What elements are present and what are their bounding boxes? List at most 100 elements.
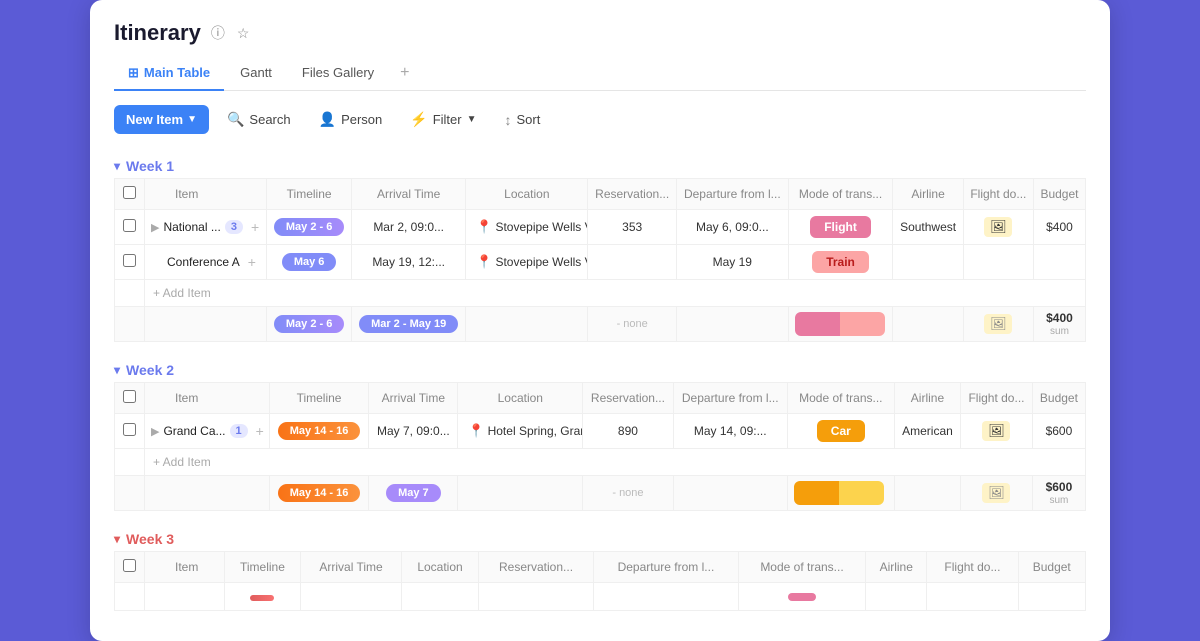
col-location-3: Location <box>401 552 478 583</box>
select-all-2[interactable] <box>123 390 136 403</box>
add-item-label-2[interactable]: + Add Item <box>145 449 1086 476</box>
mode-grand: Car <box>787 414 894 449</box>
w3-mode <box>738 583 865 611</box>
timeline-national: May 2 - 6 <box>267 210 352 245</box>
person-button[interactable]: 👤 Person <box>309 105 393 134</box>
col-location-1: Location <box>466 179 588 210</box>
week-2-section: ▾ Week 2 Item Timeline Arrival Time Loca… <box>114 356 1086 511</box>
search-icon: 🔍 <box>227 111 244 128</box>
item-cell-conference: Conference A + <box>145 245 267 280</box>
summary-timeline-pill-1: May 2 - 6 <box>274 315 344 333</box>
reservation-conference <box>588 245 677 280</box>
flightdoc-img-national[interactable]: 🖼 <box>984 217 1012 237</box>
location-national: 📍 Stovepipe Wells Vill... <box>466 210 588 245</box>
w3-departure <box>594 583 739 611</box>
summary-arrival-1: Mar 2 - May 19 <box>352 307 466 342</box>
airline-national: Southwest <box>893 210 963 245</box>
select-all-3[interactable] <box>123 559 136 572</box>
add-subitem-grand[interactable]: + <box>252 423 268 439</box>
flightdoc-img-grand[interactable]: 🖼 <box>982 421 1010 441</box>
col-reservation-1: Reservation... <box>588 179 677 210</box>
summary-location-2 <box>458 476 583 511</box>
week-1-table: Item Timeline Arrival Time Location Rese… <box>114 178 1086 342</box>
search-button[interactable]: 🔍 Search <box>217 105 301 134</box>
select-all-1[interactable] <box>123 186 136 199</box>
week-1-chevron[interactable]: ▾ <box>114 159 120 173</box>
star-icon[interactable]: ☆ <box>235 23 252 44</box>
tab-add-button[interactable]: + <box>390 56 419 90</box>
col-check-2 <box>115 383 145 414</box>
summary-timeline-1: May 2 - 6 <box>267 307 352 342</box>
toolbar: New Item ▼ 🔍 Search 👤 Person ⚡ Filter ▼ … <box>114 105 1086 134</box>
col-mode-1: Mode of trans... <box>788 179 893 210</box>
arrival-grand: May 7, 09:0... <box>369 414 458 449</box>
new-item-button[interactable]: New Item ▼ <box>114 105 209 134</box>
summary-timeline-2: May 14 - 16 <box>269 476 369 511</box>
add-subitem-conference[interactable]: + <box>244 254 260 270</box>
week-3-header: ▾ Week 3 <box>114 525 1086 551</box>
week-3-chevron[interactable]: ▾ <box>114 532 120 546</box>
summary-arrival-pill-1: Mar 2 - May 19 <box>359 315 458 333</box>
add-item-row-1[interactable]: + Add Item <box>115 280 1086 307</box>
add-item-label-1[interactable]: + Add Item <box>145 280 1086 307</box>
filter-button[interactable]: ⚡ Filter ▼ <box>400 105 486 134</box>
add-subitem-national[interactable]: + <box>247 219 263 235</box>
col-departure-1: Departure from l... <box>676 179 788 210</box>
row-check-grand[interactable] <box>115 414 145 449</box>
week-2-table: Item Timeline Arrival Time Location Rese… <box>114 382 1086 511</box>
w3-airline <box>866 583 927 611</box>
flightdoc-conference <box>963 245 1033 280</box>
title-row: Itinerary ⓘ ☆ <box>114 20 1086 46</box>
bar-train <box>840 312 885 336</box>
col-airline-3: Airline <box>866 552 927 583</box>
week-3-header-row: Item Timeline Arrival Time Location Rese… <box>115 552 1086 583</box>
tab-gantt[interactable]: Gantt <box>226 57 286 90</box>
sort-button[interactable]: ↕ Sort <box>495 106 551 134</box>
item-count-national: 3 <box>225 220 243 234</box>
reservation-national: 353 <box>588 210 677 245</box>
main-table-icon: ⊞ <box>128 65 139 81</box>
mode-summary-bar-2 <box>794 481 884 505</box>
bar-other <box>839 481 884 505</box>
mode-national: Flight <box>788 210 893 245</box>
app-title: Itinerary <box>114 20 201 46</box>
info-icon[interactable]: ⓘ <box>209 21 227 45</box>
location-conference: 📍 Stovepipe Wells Vill... <box>466 245 588 280</box>
tab-main-table[interactable]: ⊞ Main Table <box>114 57 224 91</box>
budget-national: $400 <box>1033 210 1085 245</box>
col-flightdoc-2: Flight do... <box>961 383 1033 414</box>
col-item-2: Item <box>145 383 270 414</box>
col-airline-2: Airline <box>894 383 960 414</box>
col-departure-3: Departure from l... <box>594 552 739 583</box>
week-2-chevron[interactable]: ▾ <box>114 363 120 377</box>
filter-caret: ▼ <box>467 114 477 125</box>
airline-conference <box>893 245 963 280</box>
col-reservation-2: Reservation... <box>583 383 674 414</box>
summary-item-1 <box>145 307 267 342</box>
summary-airline-1 <box>893 307 963 342</box>
expand-national[interactable]: ▶ <box>151 221 159 234</box>
col-airline-1: Airline <box>893 179 963 210</box>
week-3-table: Item Timeline Arrival Time Location Rese… <box>114 551 1086 611</box>
col-flightdoc-3: Flight do... <box>927 552 1018 583</box>
summary-check-1 <box>115 307 145 342</box>
expand-grand[interactable]: ▶ <box>151 425 159 438</box>
col-budget-2: Budget <box>1032 383 1085 414</box>
col-location-2: Location <box>458 383 583 414</box>
col-arrival-1: Arrival Time <box>352 179 466 210</box>
summary-flightdoc-img-2[interactable]: 🖼 <box>982 483 1010 503</box>
add-item-row-2[interactable]: + Add Item <box>115 449 1086 476</box>
table-row: ▶ National ... 3 + May 2 - 6 Mar 2, 09:0… <box>115 210 1086 245</box>
col-mode-2: Mode of trans... <box>787 383 894 414</box>
summary-budget-2: $600 sum <box>1032 476 1085 511</box>
summary-flightdoc-img-1[interactable]: 🖼 <box>984 314 1012 334</box>
col-check <box>115 179 145 210</box>
row-check-1[interactable] <box>115 210 145 245</box>
col-mode-3: Mode of trans... <box>738 552 865 583</box>
row-check-2[interactable] <box>115 245 145 280</box>
budget-grand: $600 <box>1032 414 1085 449</box>
flightdoc-national: 🖼 <box>963 210 1033 245</box>
tab-files-gallery[interactable]: Files Gallery <box>288 57 388 90</box>
timeline-pill-grand: May 14 - 16 <box>278 422 361 440</box>
w3-check <box>115 583 145 611</box>
